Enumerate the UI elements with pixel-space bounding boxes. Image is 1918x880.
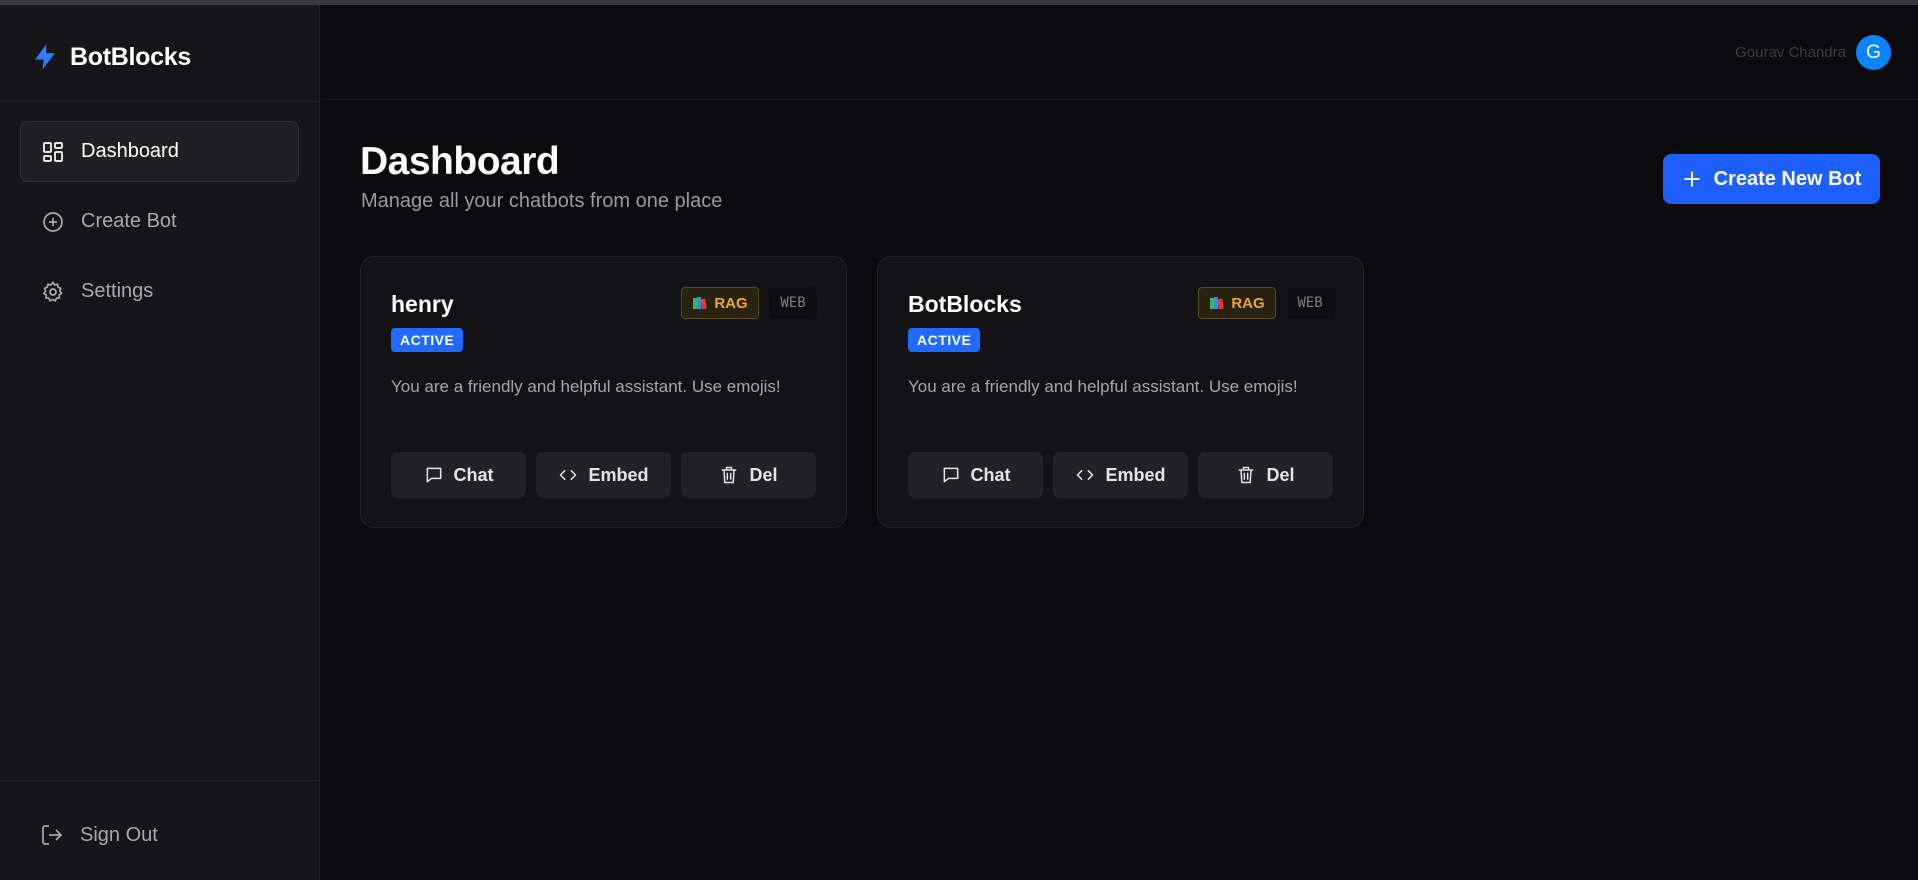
books-icon bbox=[693, 297, 707, 310]
user-menu[interactable]: Gourav Chandra G bbox=[1735, 35, 1891, 70]
embed-button-label: Embed bbox=[1105, 464, 1166, 485]
sidebar-item-label: Dashboard bbox=[81, 140, 179, 162]
embed-button-label: Embed bbox=[588, 464, 649, 485]
bot-actions: Chat Embed Del bbox=[908, 452, 1333, 498]
chat-button-label: Chat bbox=[970, 464, 1011, 485]
dashboard-icon bbox=[43, 141, 63, 162]
delete-button[interactable]: Del bbox=[681, 452, 816, 498]
embed-button[interactable]: Embed bbox=[1053, 452, 1188, 498]
delete-button-label: Del bbox=[1266, 464, 1295, 485]
chat-button-label: Chat bbox=[453, 464, 494, 485]
page-title: Dashboard bbox=[360, 140, 560, 183]
sign-out-icon bbox=[42, 825, 63, 845]
bot-card: henry ACTIVE RAG WEB You are a friendly … bbox=[360, 256, 847, 528]
status-badge: ACTIVE bbox=[908, 328, 981, 352]
code-icon bbox=[560, 470, 577, 480]
web-tag: WEB bbox=[1286, 287, 1334, 319]
plus-circle-icon bbox=[43, 211, 63, 232]
bot-name: BotBlocks bbox=[908, 291, 1022, 317]
delete-button[interactable]: Del bbox=[1198, 452, 1333, 498]
bot-name: henry bbox=[391, 291, 454, 317]
sidebar-item-label: Create Bot bbox=[81, 210, 177, 232]
top-header: Gourav Chandra G bbox=[321, 5, 1918, 100]
trash-icon bbox=[722, 466, 737, 484]
status-badge: ACTIVE bbox=[391, 328, 464, 352]
sidebar: BotBlocks Dashboard Create Bot Settings … bbox=[0, 5, 320, 880]
plus-icon bbox=[1683, 171, 1700, 187]
sidebar-nav: Dashboard Create Bot Settings bbox=[20, 121, 299, 331]
bot-card: BotBlocks ACTIVE RAG WEB You are a frien… bbox=[877, 256, 1364, 528]
rag-tag-label: RAG bbox=[714, 294, 748, 312]
trash-icon bbox=[1239, 466, 1254, 484]
sidebar-divider bbox=[0, 780, 320, 781]
chat-button[interactable]: Chat bbox=[908, 452, 1043, 498]
chat-bubble-icon bbox=[426, 467, 441, 483]
sidebar-item-dashboard[interactable]: Dashboard bbox=[20, 121, 299, 182]
chat-bubble-icon bbox=[943, 467, 958, 483]
sidebar-item-create-bot[interactable]: Create Bot bbox=[20, 191, 299, 252]
bot-actions: Chat Embed Del bbox=[391, 452, 816, 498]
sign-out-label: Sign Out bbox=[80, 823, 158, 846]
rag-tag: RAG bbox=[1198, 287, 1276, 319]
create-new-bot-button[interactable]: Create New Bot bbox=[1663, 154, 1880, 204]
brand-logo[interactable]: BotBlocks bbox=[30, 37, 191, 77]
web-tag: WEB bbox=[769, 287, 817, 319]
user-name: Gourav Chandra bbox=[1735, 44, 1846, 61]
rag-tag-label: RAG bbox=[1231, 294, 1265, 312]
lightning-icon bbox=[35, 44, 55, 70]
chat-button[interactable]: Chat bbox=[391, 452, 526, 498]
sidebar-item-settings[interactable]: Settings bbox=[20, 261, 299, 322]
avatar[interactable]: G bbox=[1856, 35, 1891, 70]
bot-description: You are a friendly and helpful assistant… bbox=[908, 377, 1298, 396]
books-icon bbox=[1210, 297, 1224, 310]
delete-button-label: Del bbox=[749, 464, 778, 485]
page-subtitle: Manage all your chatbots from one place bbox=[361, 190, 723, 212]
gear-icon bbox=[42, 280, 63, 302]
sidebar-divider bbox=[0, 101, 320, 102]
sidebar-item-label: Settings bbox=[81, 280, 154, 302]
sign-out-button[interactable]: Sign Out bbox=[20, 807, 299, 863]
code-icon bbox=[1077, 470, 1094, 480]
brand-name: BotBlocks bbox=[70, 42, 191, 71]
embed-button[interactable]: Embed bbox=[536, 452, 671, 498]
rag-tag: RAG bbox=[681, 287, 759, 319]
bot-description: You are a friendly and helpful assistant… bbox=[391, 377, 781, 396]
create-new-bot-label: Create New Bot bbox=[1713, 167, 1862, 190]
